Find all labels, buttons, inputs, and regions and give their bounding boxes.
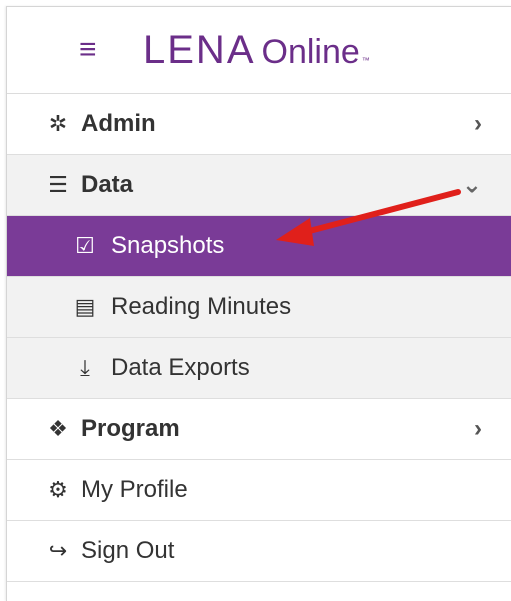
database-icon: ☰ bbox=[48, 172, 68, 197]
annotation-arrow bbox=[276, 189, 461, 246]
chevron-right-icon: › bbox=[474, 415, 482, 442]
menu-item-reading-minutes[interactable]: ▤ Reading Minutes bbox=[7, 277, 511, 338]
menu-item-my-profile[interactable]: ⚙ My Profile bbox=[7, 460, 511, 521]
cubes-icon: ❖ bbox=[48, 416, 68, 441]
download-icon: ⤓ bbox=[80, 355, 90, 380]
menu-item-program-label: Program bbox=[81, 415, 180, 442]
menu-item-my-profile-label: My Profile bbox=[81, 476, 188, 503]
menu-item-data-exports-label: Data Exports bbox=[111, 354, 250, 381]
book-icon: ▤ bbox=[74, 294, 96, 319]
menu-item-admin-label: Admin bbox=[81, 110, 156, 137]
menu-item-reading-minutes-label: Reading Minutes bbox=[111, 293, 292, 320]
gear-icon: ✲ bbox=[48, 111, 68, 136]
sign-out-icon: ↪ bbox=[48, 538, 68, 563]
menu-item-data-label: Data bbox=[81, 171, 134, 198]
hamburger-icon[interactable]: ≡ bbox=[79, 35, 119, 65]
logo-trademark: ™ bbox=[361, 55, 370, 65]
menu-item-sign-out-label: Sign Out bbox=[81, 537, 175, 564]
menu-item-program[interactable]: ❖ Program › bbox=[7, 399, 511, 460]
menu-item-admin[interactable]: ✲ Admin › bbox=[7, 94, 511, 155]
logo-lena: LENA bbox=[143, 27, 256, 72]
menu-header: ≡ LENA Online ™ bbox=[7, 7, 511, 94]
menu-item-data-exports[interactable]: ⤓ Data Exports bbox=[7, 338, 511, 399]
chevron-right-icon: › bbox=[474, 110, 482, 137]
menu-item-sign-out[interactable]: ↪ Sign Out bbox=[7, 521, 511, 582]
checkbox-icon: ☑ bbox=[75, 233, 95, 258]
annotation-arrow-head bbox=[276, 218, 314, 246]
cogs-icon: ⚙ bbox=[48, 477, 68, 502]
menu-item-snapshots-label: Snapshots bbox=[111, 232, 225, 259]
logo-online: Online bbox=[261, 32, 360, 71]
annotation-arrow-shaft bbox=[295, 189, 461, 237]
lena-online-logo[interactable]: LENA Online ™ bbox=[143, 28, 370, 73]
side-menu: ≡ LENA Online ™ ✲ Admin › ☰ Data ⌄ ☑ Sna… bbox=[6, 6, 511, 601]
